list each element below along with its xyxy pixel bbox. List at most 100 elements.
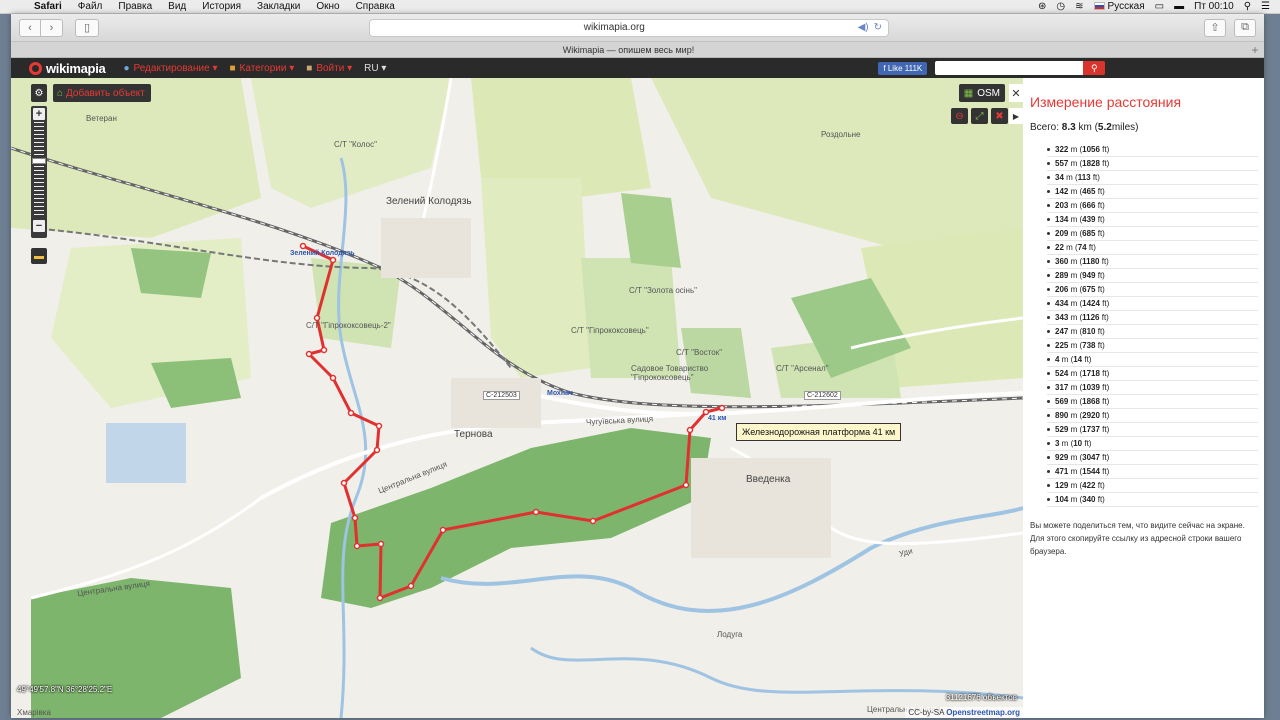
menu-edit[interactable]: Правка: [110, 1, 160, 12]
field-area: [11, 78, 261, 238]
segment-item: 209 m (​ 685 ft): [1047, 227, 1258, 241]
label-41-km[interactable]: 41 км: [708, 415, 726, 422]
ruler-tool-button[interactable]: ▬: [31, 248, 47, 264]
menu-history[interactable]: История: [194, 1, 249, 12]
route-vertex[interactable]: [329, 256, 337, 264]
add-object-button[interactable]: ⌂ Добавить объект: [53, 84, 151, 102]
route-vertex[interactable]: [351, 514, 359, 522]
menu-login-dropdown[interactable]: ■ Войти ▾: [306, 63, 352, 74]
village-block: [691, 458, 831, 558]
measure-clear-button[interactable]: ✖: [991, 108, 1008, 124]
menu-window[interactable]: Окно: [308, 1, 347, 12]
route-vertex[interactable]: [682, 481, 690, 489]
segment-feet: 340: [1082, 495, 1096, 504]
creative-cloud-icon[interactable]: ⊛: [1038, 1, 1046, 12]
search-icon: ⚲: [1090, 62, 1098, 73]
zoom-slider[interactable]: [32, 122, 46, 218]
route-vertex[interactable]: [347, 409, 355, 417]
menu-edit-dropdown[interactable]: ● Редактирование ▾: [123, 63, 217, 74]
facebook-icon: f: [883, 63, 886, 73]
segment-feet: 810: [1082, 327, 1096, 336]
notification-center-icon[interactable]: ☰: [1261, 1, 1270, 12]
route-vertex[interactable]: [589, 517, 597, 525]
tab-title[interactable]: Wikimapia — опишем весь мир!: [11, 45, 1246, 55]
zoom-out-button[interactable]: −: [33, 220, 45, 232]
route-vertex[interactable]: [375, 422, 383, 430]
route-vertex[interactable]: [320, 346, 328, 354]
zoom-in-button[interactable]: +: [33, 108, 45, 120]
folder-icon: ■: [229, 62, 236, 74]
segment-meters: 206: [1055, 285, 1069, 294]
route-vertex[interactable]: [299, 242, 307, 250]
route-vertex[interactable]: [439, 526, 447, 534]
route-vertex[interactable]: [353, 542, 361, 550]
segment-item: 343 m (​ 1126 ft): [1047, 311, 1258, 325]
battery-icon[interactable]: ▬: [1174, 1, 1184, 12]
route-vertex[interactable]: [313, 314, 321, 322]
settings-button[interactable]: ⚙: [31, 84, 47, 102]
menu-bookmarks[interactable]: Закладки: [249, 1, 308, 12]
menu-help[interactable]: Справка: [348, 1, 403, 12]
segment-feet: 1056: [1082, 145, 1100, 154]
objects-count: 31121676 объектов: [945, 693, 1017, 702]
menu-view[interactable]: Вид: [160, 1, 194, 12]
menubar-clock[interactable]: Пт 00:10: [1194, 1, 1234, 12]
route-vertex[interactable]: [532, 508, 540, 516]
route-vertex[interactable]: [377, 540, 385, 548]
attribution-link[interactable]: Openstreetmap.org: [946, 708, 1020, 717]
menu-file[interactable]: Файл: [70, 1, 111, 12]
language-dropdown[interactable]: RU ▾: [364, 63, 386, 74]
map-attribution: CC-by-SA Openstreetmap.org: [905, 707, 1023, 718]
forest-area: [151, 358, 241, 408]
measure-remove-point-button[interactable]: ⊖: [951, 108, 968, 124]
airplay-icon[interactable]: ▭: [1155, 1, 1164, 12]
river-line: [530, 646, 1023, 700]
map-area[interactable]: Зелений Колодязь Зелений Колодязь Мохнач…: [11, 78, 1023, 718]
wifi-icon[interactable]: ≋: [1075, 1, 1083, 12]
osm-layer-button[interactable]: ▦ OSM: [958, 84, 1005, 102]
input-source[interactable]: Русская: [1093, 1, 1145, 12]
route-vertex[interactable]: [718, 404, 726, 412]
spotlight-icon[interactable]: ⚲: [1244, 1, 1251, 12]
route-vertex[interactable]: [407, 582, 415, 590]
address-bar[interactable]: wikimapia.org ◀) ↻: [369, 18, 889, 37]
audio-icon[interactable]: ◀): [858, 22, 869, 33]
measure-fit-button[interactable]: ⤢: [971, 108, 988, 124]
search-button[interactable]: ⚲: [1083, 61, 1106, 75]
sidebar-toggle-button[interactable]: ▯: [75, 18, 99, 37]
forward-button[interactable]: ›: [41, 18, 63, 37]
collapse-panel-button[interactable]: ▶: [1009, 108, 1023, 124]
segment-item: 104 m (​ 340 ft): [1047, 493, 1258, 507]
language-label: RU: [364, 62, 379, 74]
tabs-overview-button[interactable]: ⧉: [1234, 18, 1256, 37]
safari-toolbar: ‹ › ▯ wikimapia.org ◀) ↻ ⇧ ⧉: [11, 14, 1264, 42]
zoom-slider-handle[interactable]: [32, 158, 46, 164]
segment-feet: 1544: [1082, 467, 1100, 476]
segment-item: 434 m (​ 1424 ft): [1047, 297, 1258, 311]
measure-title: Измерение расстояния: [1030, 94, 1182, 110]
menu-categories-dropdown[interactable]: ■ Категории ▾: [229, 63, 294, 74]
route-vertex[interactable]: [376, 594, 384, 602]
menu-app-safari[interactable]: Safari: [26, 1, 70, 12]
route-vertex[interactable]: [373, 446, 381, 454]
reload-icon[interactable]: ↻: [874, 22, 882, 33]
route-vertex[interactable]: [340, 479, 348, 487]
label-station-zeleniy-kolodyaz[interactable]: Зелений Колодязь: [290, 250, 355, 257]
close-panel-button[interactable]: ✕: [1009, 84, 1023, 102]
wikimapia-logo[interactable]: wikimapia: [29, 61, 106, 76]
route-vertex[interactable]: [305, 350, 313, 358]
segment-item: 225 m (​ 738 ft): [1047, 339, 1258, 353]
route-vertex[interactable]: [686, 426, 694, 434]
segment-meters: 3: [1055, 439, 1060, 448]
time-machine-icon[interactable]: ◷: [1056, 1, 1065, 12]
segment-item: 142 m (​ 465 ft): [1047, 185, 1258, 199]
back-button[interactable]: ‹: [19, 18, 41, 37]
share-button[interactable]: ⇧: [1204, 18, 1226, 37]
new-tab-button[interactable]: +: [1246, 43, 1264, 57]
facebook-like-button[interactable]: f Like 111K: [878, 61, 928, 75]
label-mokhnach[interactable]: Мохнач: [547, 390, 573, 397]
segment-feet: 1737: [1082, 425, 1100, 434]
route-vertex[interactable]: [329, 374, 337, 382]
route-vertex[interactable]: [702, 408, 710, 416]
search-input[interactable]: [935, 61, 1084, 75]
